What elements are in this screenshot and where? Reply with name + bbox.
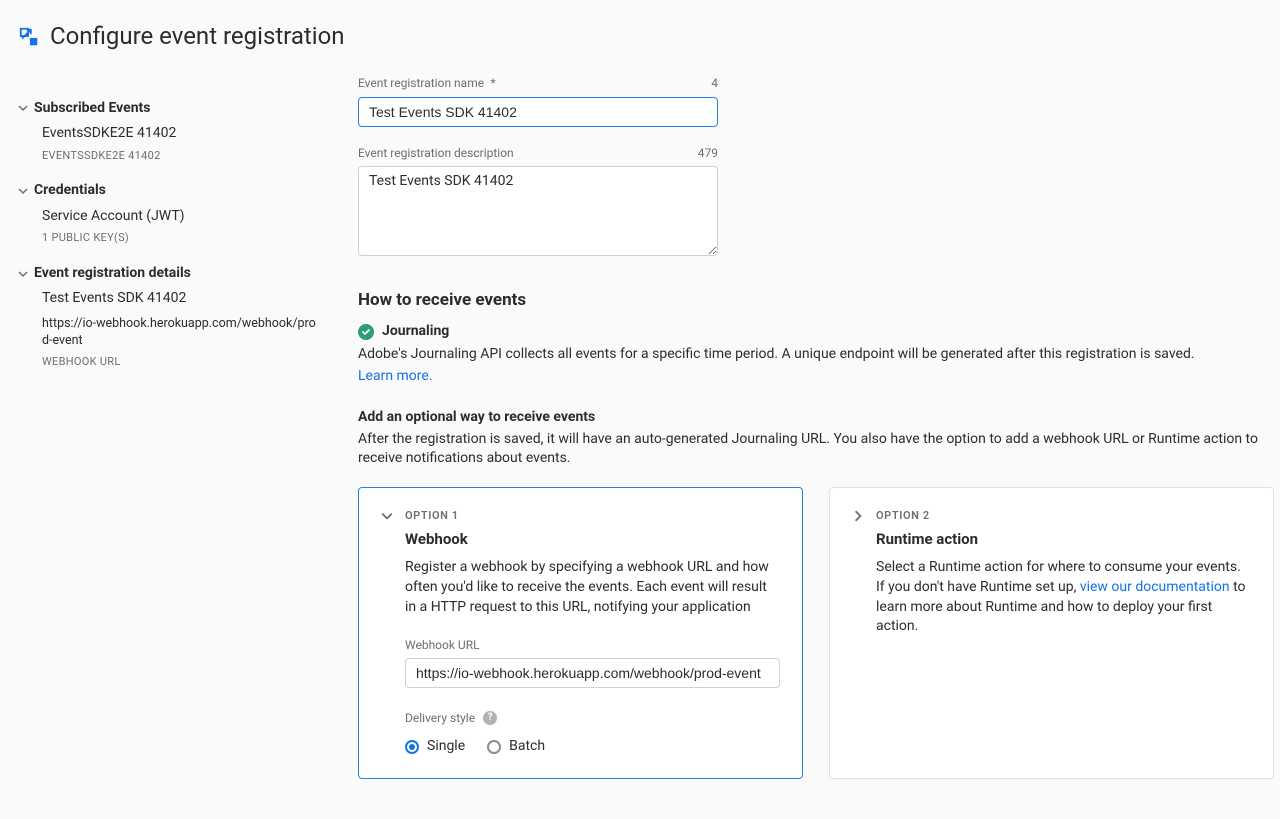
journaling-row: Journaling <box>358 322 1274 342</box>
main-content: Event registration name * 4 Event regist… <box>358 74 1274 780</box>
option-title-runtime: Runtime action <box>876 529 1251 550</box>
chevron-right-icon <box>852 510 864 522</box>
desc-input[interactable] <box>358 166 718 256</box>
page-header: Configure event registration <box>0 20 1280 74</box>
info-icon[interactable]: ? <box>483 711 497 725</box>
delivery-style-row: Delivery style ? <box>405 710 780 727</box>
journaling-title: Journaling <box>382 322 449 342</box>
sidebar-heading-label: Subscribed Events <box>34 99 150 119</box>
option-head-webhook[interactable]: OPTION 1 <box>381 508 780 523</box>
page-title: Configure event registration <box>50 20 345 54</box>
chevron-down-icon <box>18 103 28 113</box>
sidebar-item-credential-sub: 1 PUBLIC KEY(S) <box>18 230 318 245</box>
webhook-url-input[interactable] <box>405 658 780 688</box>
option-title-webhook: Webhook <box>405 529 780 550</box>
option-label-webhook: OPTION 1 <box>405 508 459 523</box>
radio-batch[interactable]: Batch <box>487 737 545 757</box>
sidebar-heading-label: Event registration details <box>34 264 191 284</box>
sidebar-item-webhook-url: https://io-webhook.herokuapp.com/webhook… <box>18 315 318 350</box>
webhook-url-label: Webhook URL <box>405 637 780 654</box>
sidebar-item-registration-name[interactable]: Test Events SDK 41402 <box>18 289 318 309</box>
runtime-doc-link[interactable]: view our documentation <box>1080 579 1230 595</box>
journaling-desc: Adobe's Journaling API collects all even… <box>358 345 1274 365</box>
name-label: Event registration name <box>358 76 484 90</box>
sidebar-section-credentials: Credentials Service Account (JWT) 1 PUBL… <box>18 181 318 246</box>
options-row: OPTION 1 Webhook Register a webhook by s… <box>358 487 1274 779</box>
sidebar-item-webhook-sub: WEBHOOK URL <box>18 354 318 369</box>
sidebar-item-credential[interactable]: Service Account (JWT) <box>18 207 318 227</box>
chevron-down-icon <box>18 269 28 279</box>
radio-single-label: Single <box>427 737 465 757</box>
option-desc-runtime: Select a Runtime action for where to con… <box>876 558 1251 636</box>
sidebar: Subscribed Events EventsSDKE2E 41402 EVE… <box>18 74 318 780</box>
delivery-radio-group: Single Batch <box>405 737 780 757</box>
desc-label: Event registration description <box>358 145 514 162</box>
sidebar-item-event[interactable]: EventsSDKE2E 41402 <box>18 124 318 144</box>
sidebar-section-subscribed: Subscribed Events EventsSDKE2E 41402 EVE… <box>18 99 318 164</box>
radio-dot-icon <box>487 740 501 754</box>
sidebar-section-details: Event registration details Test Events S… <box>18 264 318 370</box>
how-to-receive-heading: How to receive events <box>358 289 1274 313</box>
delivery-style-label: Delivery style <box>405 710 475 727</box>
chevron-down-icon <box>381 510 393 522</box>
option-head-runtime[interactable]: OPTION 2 <box>852 508 1251 523</box>
radio-batch-label: Batch <box>509 737 545 757</box>
radio-single[interactable]: Single <box>405 737 465 757</box>
option-card-webhook[interactable]: OPTION 1 Webhook Register a webhook by s… <box>358 487 803 779</box>
required-asterisk: * <box>488 76 496 90</box>
optional-desc: After the registration is saved, it will… <box>358 430 1274 469</box>
chevron-down-icon <box>18 186 28 196</box>
sidebar-heading-subscribed[interactable]: Subscribed Events <box>18 99 318 119</box>
learn-more-link[interactable]: Learn more. <box>358 367 1274 387</box>
sidebar-item-event-sub: EVENTSSDKE2E 41402 <box>18 148 318 163</box>
sidebar-heading-credentials[interactable]: Credentials <box>18 181 318 201</box>
option-desc-webhook: Register a webhook by specifying a webho… <box>405 558 780 617</box>
field-registration-name: Event registration name * 4 <box>358 74 1274 128</box>
field-registration-description: Event registration description 479 <box>358 145 1274 262</box>
name-char-count: 4 <box>711 75 718 92</box>
sidebar-heading-details[interactable]: Event registration details <box>18 264 318 284</box>
sidebar-heading-label: Credentials <box>34 181 106 201</box>
option-card-runtime[interactable]: OPTION 2 Runtime action Select a Runtime… <box>829 487 1274 779</box>
name-input[interactable] <box>358 97 718 127</box>
option-label-runtime: OPTION 2 <box>876 508 930 523</box>
check-icon <box>358 324 374 340</box>
optional-heading: Add an optional way to receive events <box>358 408 1274 428</box>
desc-char-count: 479 <box>698 145 718 162</box>
app-icon <box>18 26 40 48</box>
radio-dot-icon <box>405 740 419 754</box>
